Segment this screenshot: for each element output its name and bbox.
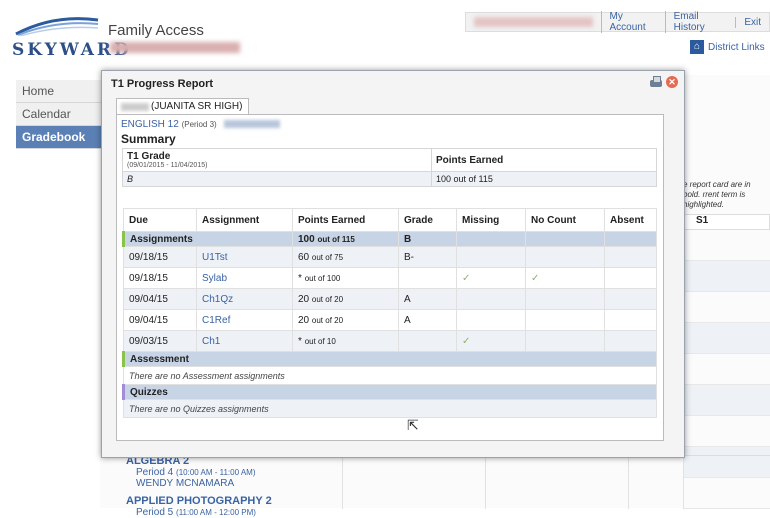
date-range: (09/01/2015 - 11/04/2015): [127, 162, 208, 169]
student-name-redacted[interactable]: [110, 42, 240, 53]
assignment-link[interactable]: Ch1: [196, 330, 293, 352]
building-icon: ⌂: [690, 40, 704, 54]
app-title: Family Access: [108, 22, 204, 39]
assignment-link[interactable]: Sylab: [196, 267, 293, 289]
print-icon[interactable]: [649, 76, 663, 88]
group-name: Assignments: [122, 231, 293, 247]
assignment-link[interactable]: U1Tst: [196, 246, 293, 268]
account-name-redacted: [474, 17, 593, 27]
progress-report-dialog: T1 Progress Report ✕ (JUANITA SR HIGH) E…: [101, 70, 685, 458]
assignment-link[interactable]: C1Ref: [196, 309, 293, 331]
col-assignment: Assignment: [196, 208, 293, 232]
table-row: 09/04/15 C1Ref 20 out of 20 A: [123, 309, 657, 331]
nocount-check-icon: ✓: [525, 267, 605, 289]
col-nocount: No Count: [525, 208, 605, 232]
group-row: Assignments 100 out of 115 B: [122, 231, 657, 247]
group-name: Assessment: [122, 351, 657, 367]
table-row: 09/04/15 Ch1Qz 20 out of 20 A: [123, 288, 657, 310]
dialog-title: T1 Progress Report: [111, 78, 214, 90]
nav-item-calendar[interactable]: Calendar: [16, 103, 106, 126]
tab-school[interactable]: (JUANITA SR HIGH): [116, 98, 250, 115]
points-value: 100 out of 115: [431, 171, 657, 187]
assignment-link[interactable]: Ch1Qz: [196, 288, 293, 310]
sidebar-nav: Home Calendar Gradebook: [16, 80, 106, 149]
swoosh-icon: [15, 17, 99, 36]
email-history-link[interactable]: Email History: [664, 11, 736, 33]
class-list: ALGEBRA 2 Period 4 (10:00 AM - 11:00 AM)…: [126, 455, 341, 518]
points-label: Points Earned: [431, 148, 657, 172]
my-account-link[interactable]: My Account: [600, 11, 665, 33]
col-grade: Grade: [398, 208, 457, 232]
exit-link[interactable]: Exit: [735, 16, 769, 28]
report-panel: ENGLISH 12 (Period 3) Summary T1 Grade (…: [116, 114, 664, 441]
group-name: Quizzes: [122, 384, 657, 400]
nav-item-gradebook[interactable]: Gradebook: [16, 126, 106, 149]
teacher-redacted: [223, 120, 280, 129]
empty-row: There are no Assessment assignments: [123, 366, 657, 385]
col-points: Points Earned: [292, 208, 399, 232]
nav-item-home[interactable]: Home: [16, 80, 106, 103]
close-icon[interactable]: ✕: [666, 76, 678, 88]
assignments-table: Due Assignment Points Earned Grade Missi…: [122, 208, 657, 418]
tab-label: (JUANITA SR HIGH): [151, 101, 243, 112]
class-grid: [342, 455, 770, 509]
column-s1[interactable]: S1: [683, 214, 770, 230]
table-row: 09/18/15 U1Tst 60 out of 75 B-: [123, 246, 657, 268]
skyward-logo: SKYWARD: [8, 14, 129, 64]
grade-label: T1 Grade: [127, 151, 171, 162]
header: SKYWARD Family Access My Account Email H…: [0, 0, 770, 75]
teacher-name[interactable]: WENDY MCNAMARA: [126, 478, 341, 489]
course-title: ENGLISH 12 (Period 3): [121, 119, 280, 130]
top-links: My Account Email History Exit: [465, 11, 770, 33]
table-row: 09/03/15 Ch1 * out of 10 ✓: [123, 330, 657, 352]
legend-note: e report card are in bold. rrent term is…: [683, 180, 751, 209]
col-missing: Missing: [456, 208, 526, 232]
district-links-label: District Links: [708, 41, 765, 53]
group-row: Assessment: [122, 351, 657, 367]
class-name[interactable]: APPLIED PHOTOGRAPHY 2: [126, 495, 341, 507]
summary-table: T1 Grade (09/01/2015 - 11/04/2015) Point…: [122, 148, 657, 187]
group-row: Quizzes: [122, 384, 657, 400]
col-absent: Absent: [604, 208, 657, 232]
empty-row: There are no Quizzes assignments: [123, 399, 657, 418]
summary-heading: Summary: [121, 132, 176, 146]
missing-check-icon: ✓: [456, 267, 526, 289]
student-name-redacted: [121, 103, 149, 111]
grade-value: B: [122, 171, 432, 187]
col-due: Due: [123, 208, 197, 232]
district-links[interactable]: ⌂ District Links: [690, 40, 765, 54]
mouse-cursor-icon: ⇱: [407, 417, 419, 433]
missing-check-icon: ✓: [456, 330, 526, 352]
table-row: 09/18/15 Sylab * out of 100 ✓ ✓: [123, 267, 657, 289]
